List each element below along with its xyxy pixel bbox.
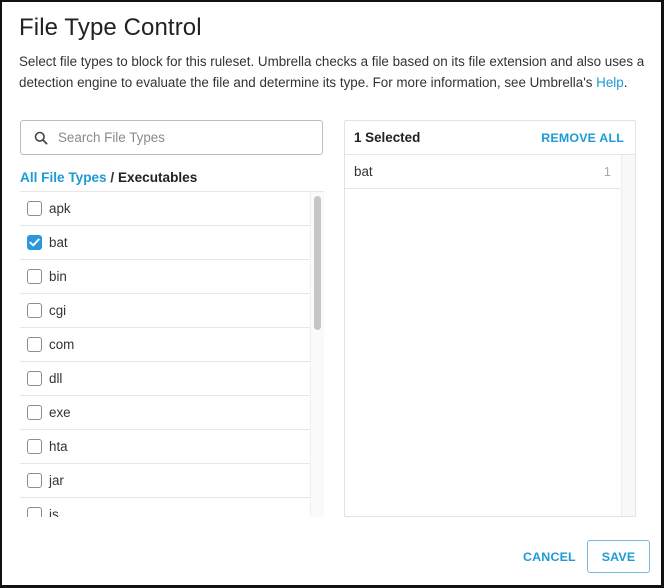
file-type-row[interactable]: com	[20, 328, 310, 362]
file-type-label: dll	[49, 371, 63, 386]
file-type-list-items: apk bat bin cgi com dll exe hta jar js	[20, 192, 310, 517]
file-type-label: jar	[49, 473, 64, 488]
file-type-label: exe	[49, 405, 71, 420]
search-field[interactable]	[20, 120, 323, 155]
checkmark-icon	[29, 238, 40, 247]
checkbox[interactable]	[27, 405, 42, 420]
checkbox-checked[interactable]	[27, 235, 42, 250]
description-text: Select file types to block for this rule…	[19, 54, 645, 90]
description-end: .	[623, 74, 628, 90]
file-type-label: apk	[49, 201, 71, 216]
file-list-scrollbar[interactable]	[310, 192, 324, 517]
file-list-scrollbar-thumb[interactable]	[314, 196, 321, 330]
file-type-label: js	[49, 507, 59, 517]
file-type-row[interactable]: bat	[20, 226, 310, 260]
file-type-row[interactable]: hta	[20, 430, 310, 464]
file-type-row[interactable]: bin	[20, 260, 310, 294]
breadcrumb-all-file-types[interactable]: All File Types	[20, 170, 107, 185]
dialog-title: File Type Control	[19, 14, 202, 41]
selected-header: 1 Selected REMOVE ALL	[345, 121, 635, 155]
checkbox[interactable]	[27, 303, 42, 318]
cancel-button[interactable]: CANCEL	[523, 550, 576, 564]
selected-item-label: bat	[354, 164, 373, 179]
selected-list-body: bat 1	[345, 155, 635, 516]
dialog-description: Select file types to block for this rule…	[19, 52, 649, 93]
file-type-list: apk bat bin cgi com dll exe hta jar js	[20, 191, 324, 517]
file-type-row[interactable]: js	[20, 498, 310, 517]
file-type-label: com	[49, 337, 75, 352]
search-icon	[34, 131, 48, 145]
selected-item-count: 1	[603, 164, 611, 179]
file-type-label: bin	[49, 269, 67, 284]
file-type-row[interactable]: jar	[20, 464, 310, 498]
selected-list-scrollbar[interactable]	[621, 155, 635, 516]
file-type-control-dialog: File Type Control Select file types to b…	[0, 0, 664, 588]
breadcrumb-separator: /	[110, 170, 115, 185]
search-input[interactable]	[58, 130, 298, 145]
checkbox[interactable]	[27, 371, 42, 386]
selected-list: bat 1	[345, 155, 621, 189]
file-type-row[interactable]: cgi	[20, 294, 310, 328]
selected-item[interactable]: bat 1	[345, 155, 621, 189]
file-type-label: bat	[49, 235, 68, 250]
help-link[interactable]: Help	[596, 75, 624, 90]
checkbox[interactable]	[27, 201, 42, 216]
file-type-label: hta	[49, 439, 68, 454]
checkbox[interactable]	[27, 507, 42, 517]
checkbox[interactable]	[27, 473, 42, 488]
remove-all-button[interactable]: REMOVE ALL	[541, 131, 624, 145]
checkbox[interactable]	[27, 439, 42, 454]
checkbox[interactable]	[27, 337, 42, 352]
checkbox[interactable]	[27, 269, 42, 284]
breadcrumb-current: Executables	[117, 170, 198, 185]
selected-count: 1 Selected	[354, 130, 421, 145]
file-type-label: cgi	[49, 303, 67, 318]
save-button[interactable]: SAVE	[587, 540, 650, 573]
breadcrumb: All File Types / Executables	[20, 170, 197, 185]
file-type-row[interactable]: dll	[20, 362, 310, 396]
file-type-row[interactable]: apk	[20, 192, 310, 226]
file-type-row[interactable]: exe	[20, 396, 310, 430]
selected-panel: 1 Selected REMOVE ALL bat 1	[344, 120, 636, 517]
